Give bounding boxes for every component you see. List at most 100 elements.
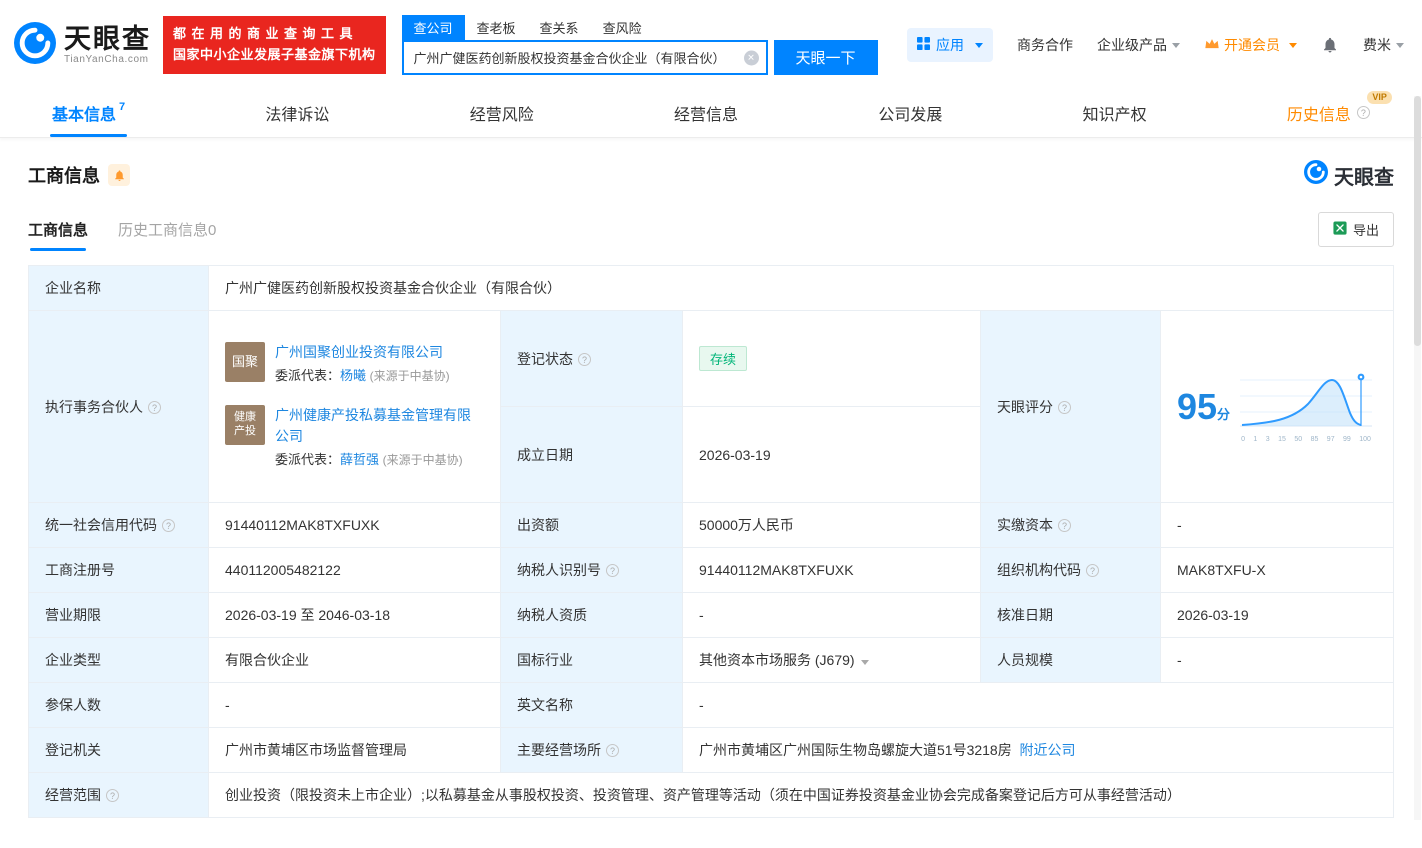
search-tab-boss[interactable]: 查老板 [465,15,528,40]
tab-operating-risk[interactable]: 经营风险 [464,88,540,137]
field-industry-value: 其他资本市场服务 (J679) [683,638,981,683]
enterprise-product-menu[interactable]: 企业级产品 [1097,35,1180,55]
field-staff-size-value: - [1161,638,1394,683]
tab-history-info[interactable]: 历史信息 VIP [1281,88,1376,137]
help-icon[interactable] [1058,401,1071,414]
field-company-name-label: 企业名称 [29,266,209,311]
tab-basic-info-label: 基本信息 [52,101,116,125]
help-icon[interactable] [148,401,161,414]
tianyancha-logo[interactable]: 天眼查 TianYanCha.com [14,22,151,69]
partner-company-link[interactable]: 广州国聚创业投资有限公司 [275,342,450,363]
main-content: 工商信息 天眼查 工商信息 历史工商信息0 [0,138,1422,848]
field-establish-date-value: 2026-03-19 [683,407,981,503]
search-tab-relation[interactable]: 查关系 [528,15,591,40]
table-row: 执行事务合伙人 国聚 广州国聚创业投资有限公司 委派代表：杨曦 (来源于中基协)… [29,311,1394,407]
apps-menu[interactable]: 应用 [907,28,993,62]
partner-company-link[interactable]: 广州健康产投私募基金管理有限公司 [275,405,484,447]
field-credit-code-label: 统一社会信用代码 [29,503,209,548]
tab-intellectual-property[interactable]: 知识产权 [1077,88,1153,137]
excel-icon [1333,221,1347,238]
subtab-business-info[interactable]: 工商信息 [28,219,88,251]
apps-menu-label: 应用 [936,35,964,55]
help-icon[interactable] [1357,106,1370,119]
vip-badge: VIP [1367,91,1392,104]
help-icon[interactable] [606,564,619,577]
tab-basic-info[interactable]: 基本信息 7 [46,88,131,137]
field-taxpayer-id-label: 纳税人识别号 [501,548,683,593]
search-input[interactable] [402,40,768,75]
chevron-down-icon[interactable] [861,660,869,665]
partner-logo: 国聚 [225,342,265,382]
tab-operating-info[interactable]: 经营信息 [668,88,744,137]
field-address-label: 主要经营场所 [501,728,683,773]
rep-source: (来源于中基协) [370,369,450,383]
field-credit-code-value: 91440112MAK8TXFUXK [209,503,501,548]
score-axis-labels: 0131550859799100 [1240,436,1372,443]
field-term-label: 营业期限 [29,593,209,638]
field-partners-label: 执行事务合伙人 [29,311,209,503]
field-reg-status-label: 登记状态 [501,311,683,407]
user-menu[interactable]: 费米 [1363,35,1404,55]
logo-domain: TianYanCha.com [64,54,151,65]
field-partners-value: 国聚 广州国聚创业投资有限公司 委派代表：杨曦 (来源于中基协) 健康产投 广州… [209,311,501,503]
rep-person-link[interactable]: 杨曦 [340,368,366,383]
table-row: 企业名称 广州广健医药创新股权投资基金合伙企业（有限合伙） [29,266,1394,311]
help-icon[interactable] [1058,519,1071,532]
clear-search-icon[interactable]: ✕ [744,50,759,65]
field-insured-value: - [209,683,501,728]
score-number: 95 [1177,386,1217,427]
vip-membership-menu[interactable]: 开通会员 [1204,35,1297,55]
business-cooperation-link[interactable]: 商务合作 [1017,35,1073,55]
top-bar: 天眼查 TianYanCha.com 都在用的商业查询工具 国家中小企业发展子基… [0,0,1422,88]
field-term-value: 2026-03-19 至 2046-03-18 [209,593,501,638]
help-icon[interactable] [106,789,119,802]
promo-line1: 都在用的商业查询工具 [173,24,376,45]
industry-value[interactable]: 其他资本市场服务 (J679) [699,652,855,668]
business-info-table: 企业名称 广州广健医药创新股权投资基金合伙企业（有限合伙） 执行事务合伙人 国聚… [28,265,1394,818]
chevron-down-icon [1396,43,1404,48]
field-capital-value: 50000万人民币 [683,503,981,548]
help-icon[interactable] [162,519,175,532]
table-row: 统一社会信用代码 91440112MAK8TXFUXK 出资额 50000万人民… [29,503,1394,548]
search-tab-company[interactable]: 查公司 [402,15,465,40]
field-approve-date-value: 2026-03-19 [1161,593,1394,638]
score-unit: 分 [1217,407,1230,422]
field-taxpayer-quality-label: 纳税人资质 [501,593,683,638]
notification-bell-icon[interactable] [1321,36,1339,54]
help-icon[interactable] [578,353,591,366]
scrollbar[interactable] [1414,96,1421,820]
export-button[interactable]: 导出 [1318,212,1394,247]
rep-source: (来源于中基协) [383,453,463,467]
subtab-history-business-info[interactable]: 历史工商信息0 [118,219,216,251]
field-industry-label: 国标行业 [501,638,683,683]
table-row: 营业期限 2026-03-19 至 2046-03-18 纳税人资质 - 核准日… [29,593,1394,638]
field-staff-size-label: 人员规模 [981,638,1161,683]
tianyancha-logo-icon [14,22,56,69]
search-area: 查公司 查老板 查关系 查风险 ✕ 天眼一下 [402,15,878,75]
field-company-type-value: 有限合伙企业 [209,638,501,683]
chevron-down-icon [975,43,983,48]
promo-line2: 国家中小企业发展子基金旗下机构 [173,45,376,66]
tab-company-development[interactable]: 公司发展 [872,88,948,137]
search-button[interactable]: 天眼一下 [774,40,878,75]
nearby-companies-link[interactable]: 附近公司 [1020,742,1076,758]
rep-label: 委派代表： [275,368,340,383]
table-row: 企业类型 有限合伙企业 国标行业 其他资本市场服务 (J679) 人员规模 - [29,638,1394,683]
subscribe-bell-icon[interactable] [108,164,130,186]
section-title: 工商信息 [28,162,100,188]
field-reg-no-label: 工商注册号 [29,548,209,593]
search-tab-risk[interactable]: 查风险 [591,15,654,40]
section-watermark-text: 天眼查 [1334,161,1394,190]
field-paid-capital-value: - [1161,503,1394,548]
partner-logo: 健康产投 [225,405,265,445]
field-paid-capital-label: 实缴资本 [981,503,1161,548]
field-company-type-label: 企业类型 [29,638,209,683]
partner-item: 国聚 广州国聚创业投资有限公司 委派代表：杨曦 (来源于中基协) [225,342,484,387]
score-chart: 0131550859799100 [1240,370,1372,443]
help-icon[interactable] [606,744,619,757]
rep-label: 委派代表： [275,452,340,467]
scrollbar-thumb[interactable] [1414,96,1421,346]
rep-person-link[interactable]: 薛哲强 [340,452,379,467]
tab-legal-proceedings[interactable]: 法律诉讼 [259,88,335,137]
help-icon[interactable] [1086,564,1099,577]
